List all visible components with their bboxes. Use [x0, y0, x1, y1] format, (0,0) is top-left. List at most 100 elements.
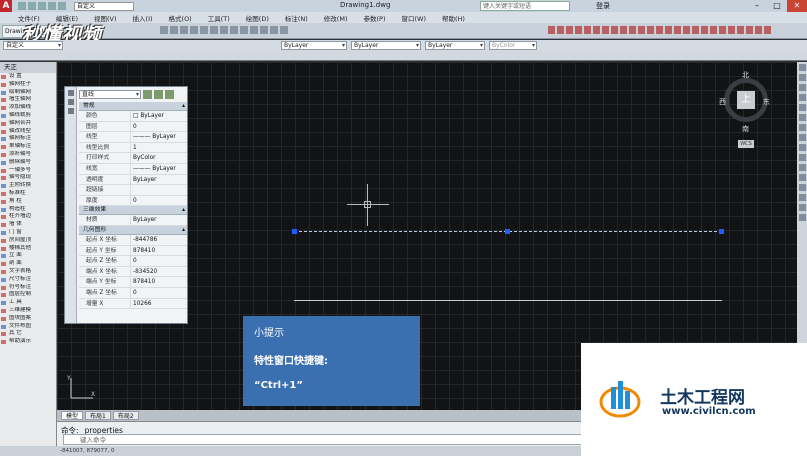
- menu-tools[interactable]: 工具(T): [208, 13, 230, 23]
- line-end-grip[interactable]: [719, 229, 724, 234]
- property-row[interactable]: 打印样式 ByColor: [79, 153, 187, 164]
- property-row[interactable]: 超链接: [79, 185, 187, 196]
- zoom-previous-icon[interactable]: [190, 26, 198, 34]
- new-file-icon[interactable]: [18, 2, 26, 10]
- palette-item[interactable]: 一轴多号: [0, 167, 56, 175]
- object-type-dropdown[interactable]: 直线: [79, 90, 141, 99]
- palette-item[interactable]: 剖 面: [0, 260, 56, 268]
- diameter-dim-icon[interactable]: [602, 26, 609, 34]
- palette-item[interactable]: 三维建模: [0, 307, 56, 315]
- property-category[interactable]: 几何图形: [79, 225, 187, 235]
- property-row[interactable]: 起点 Z 坐标 0: [79, 256, 187, 267]
- menu-parametric[interactable]: 参数(P): [363, 13, 385, 23]
- property-value[interactable]: □ ByLayer: [131, 111, 187, 121]
- quickcalc-icon[interactable]: [250, 26, 258, 34]
- property-value[interactable]: 0: [131, 288, 187, 298]
- tab-layout2[interactable]: 布局2: [112, 411, 139, 420]
- sheet-set-icon[interactable]: [230, 26, 238, 34]
- palette-item[interactable]: 轴网柱子: [0, 81, 56, 89]
- palette-item[interactable]: 尺寸标注: [0, 276, 56, 284]
- property-row[interactable]: 端点 X 坐标 -834520: [79, 266, 187, 278]
- angular-dim-icon[interactable]: [611, 26, 618, 34]
- palette-item[interactable]: 标准柱: [0, 190, 56, 198]
- menu-window[interactable]: 窗口(W): [401, 13, 426, 23]
- sign-in-link[interactable]: 登录: [596, 1, 610, 11]
- palette-item[interactable]: 绘制轴网: [0, 89, 56, 97]
- property-value[interactable]: ByLayer: [131, 215, 187, 225]
- jogged-dim-icon[interactable]: [593, 26, 600, 34]
- block-icon[interactable]: [728, 26, 735, 34]
- tab-layout1[interactable]: 布局1: [85, 411, 111, 420]
- dim-edit-icon[interactable]: [674, 26, 681, 34]
- palette-item[interactable]: 工 具: [0, 299, 56, 307]
- property-row[interactable]: 增量 X 10266: [79, 298, 187, 310]
- palette-properties-icon[interactable]: [67, 108, 74, 114]
- menu-modify[interactable]: 修改(M): [324, 13, 348, 23]
- property-category[interactable]: 常规: [79, 102, 187, 111]
- layer-state-icon[interactable]: [280, 26, 288, 34]
- quick-dim-icon[interactable]: [620, 26, 627, 34]
- select-objects-icon[interactable]: [154, 90, 163, 99]
- maximize-icon[interactable]: □: [767, 0, 787, 12]
- line-start-grip[interactable]: [292, 229, 297, 234]
- inspect-icon[interactable]: [665, 26, 672, 34]
- command-input[interactable]: 键入命令: [63, 434, 623, 445]
- palette-item[interactable]: 添加轴线: [0, 104, 56, 112]
- search-input[interactable]: 键入关键字或短语: [480, 1, 570, 11]
- zoom-icon[interactable]: [170, 26, 178, 34]
- scale-icon[interactable]: [798, 134, 806, 141]
- erase-icon[interactable]: [798, 64, 806, 71]
- tab-model[interactable]: 模型: [61, 411, 84, 420]
- palette-item[interactable]: 轴网合并: [0, 120, 56, 128]
- redo-icon[interactable]: [58, 2, 66, 10]
- viewcube[interactable]: 上 北 南 东 西 WCS: [719, 70, 770, 150]
- properties-icon[interactable]: [200, 26, 208, 34]
- insert-icon[interactable]: [737, 26, 744, 34]
- continue-dim-icon[interactable]: [638, 26, 645, 34]
- property-value[interactable]: 0: [131, 196, 187, 206]
- menu-help[interactable]: 帮助(H): [442, 13, 465, 23]
- workspace-selector[interactable]: 自定义: [74, 1, 134, 11]
- zoom-window-icon[interactable]: [180, 26, 188, 34]
- markup-icon[interactable]: [240, 26, 248, 34]
- menu-insert[interactable]: 插入(I): [133, 13, 153, 23]
- property-value[interactable]: ——— ByLayer: [131, 132, 187, 142]
- wcs-menu[interactable]: WCS: [738, 140, 754, 148]
- property-row[interactable]: 颜色 □ ByLayer: [79, 111, 187, 122]
- property-row[interactable]: 端点 Y 坐标 878410: [79, 277, 187, 288]
- lineweight-dropdown[interactable]: ByLayer: [425, 41, 485, 50]
- pan-icon[interactable]: [160, 26, 168, 34]
- ordinate-dim-icon[interactable]: [575, 26, 582, 34]
- palette-item[interactable]: 添补轴号: [0, 151, 56, 159]
- palette-item[interactable]: 立 面: [0, 252, 56, 260]
- property-value[interactable]: ——— ByLayer: [131, 164, 187, 174]
- palette-item[interactable]: 构造柱: [0, 206, 56, 214]
- undo-icon[interactable]: [48, 2, 56, 10]
- property-row[interactable]: 材质 ByLayer: [79, 215, 187, 226]
- palette-item[interactable]: 角 柱: [0, 198, 56, 206]
- save-icon[interactable]: [38, 2, 46, 10]
- palette-item[interactable]: 墙 体: [0, 221, 56, 229]
- open-file-icon[interactable]: [28, 2, 36, 10]
- palette-item[interactable]: 删除轴号: [0, 159, 56, 167]
- tolerance-icon[interactable]: [647, 26, 654, 34]
- palette-item[interactable]: 轴号隐现: [0, 174, 56, 182]
- palette-item[interactable]: 墙生轴网: [0, 96, 56, 104]
- trim-icon[interactable]: [798, 154, 806, 161]
- property-value[interactable]: 0: [131, 256, 187, 266]
- palette-close-icon[interactable]: [67, 90, 74, 96]
- fillet-icon[interactable]: [798, 204, 806, 211]
- extend-icon[interactable]: [798, 164, 806, 171]
- palette-item[interactable]: 单轴标注: [0, 143, 56, 151]
- palette-item[interactable]: 文件布图: [0, 323, 56, 331]
- property-value[interactable]: [131, 185, 187, 195]
- property-value[interactable]: ByLayer: [131, 175, 187, 185]
- line-mid-grip[interactable]: [505, 229, 510, 234]
- palette-titlebar[interactable]: [65, 87, 77, 323]
- property-category[interactable]: 三维效果: [79, 206, 187, 216]
- compass-east[interactable]: 东: [763, 97, 770, 107]
- array-icon[interactable]: [798, 104, 806, 111]
- menu-draw[interactable]: 绘图(D): [246, 13, 269, 23]
- minimize-icon[interactable]: –: [747, 0, 767, 12]
- property-row[interactable]: 起点 Y 坐标 878410: [79, 245, 187, 257]
